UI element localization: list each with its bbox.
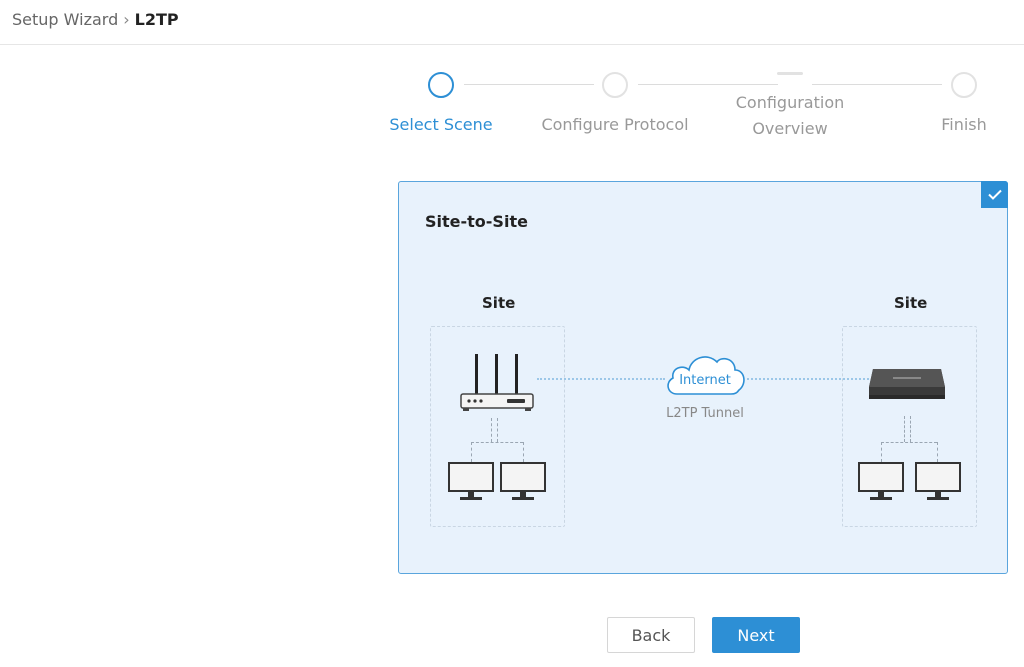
left-site-label: Site [482, 294, 516, 312]
tunnel-label: L2TP Tunnel [666, 406, 744, 421]
monitor-icon [915, 462, 961, 500]
breadcrumb-current: L2TP [134, 10, 179, 29]
step-2-label: Configure Protocol [541, 115, 689, 134]
top-bar: Setup Wizard › L2TP [0, 0, 1024, 45]
scene-title: Site-to-Site [425, 212, 528, 231]
step-3-label-line2: Overview [752, 119, 828, 138]
gateway-device-icon [869, 369, 945, 399]
tunnel-line-left [537, 378, 665, 380]
right-site-label: Site [894, 294, 928, 312]
step-3-label-line1: Configuration [735, 93, 845, 112]
monitor-icon [500, 462, 546, 500]
step-4-label: Finish [941, 115, 987, 134]
chevron-right-icon: › [123, 10, 130, 29]
step-1-label: Select Scene [389, 115, 493, 134]
step-connector [638, 84, 778, 85]
connector-line [471, 442, 472, 462]
back-button[interactable]: Back [607, 617, 695, 653]
next-button[interactable]: Next [712, 617, 800, 653]
connector-line [471, 442, 523, 443]
connector-line [937, 442, 938, 462]
connector-line [910, 416, 911, 442]
step-4-indicator [951, 72, 977, 98]
connector-line [904, 416, 905, 442]
connector-line [881, 442, 882, 462]
step-3-indicator [777, 72, 803, 75]
scene-card-site-to-site[interactable]: Site-to-Site Site Site Internet L2TP Tun… [398, 181, 1008, 574]
step-2-indicator [602, 72, 628, 98]
monitor-icon [858, 462, 904, 500]
step-connector [812, 84, 942, 85]
checkmark-icon [981, 181, 1008, 208]
router-icon [460, 354, 534, 411]
breadcrumb-setup-wizard[interactable]: Setup Wizard [12, 10, 118, 29]
connector-line [881, 442, 937, 443]
wizard-steps: Select Scene Configure Protocol Configur… [380, 64, 1020, 154]
tunnel-line-right [747, 378, 869, 380]
step-connector [464, 84, 594, 85]
monitor-icon [448, 462, 494, 500]
internet-label: Internet [679, 373, 731, 388]
connector-line [497, 418, 498, 442]
connector-line [491, 418, 492, 442]
breadcrumb: Setup Wizard › L2TP [12, 10, 179, 29]
connector-line [523, 442, 524, 462]
step-1-indicator [428, 72, 454, 98]
